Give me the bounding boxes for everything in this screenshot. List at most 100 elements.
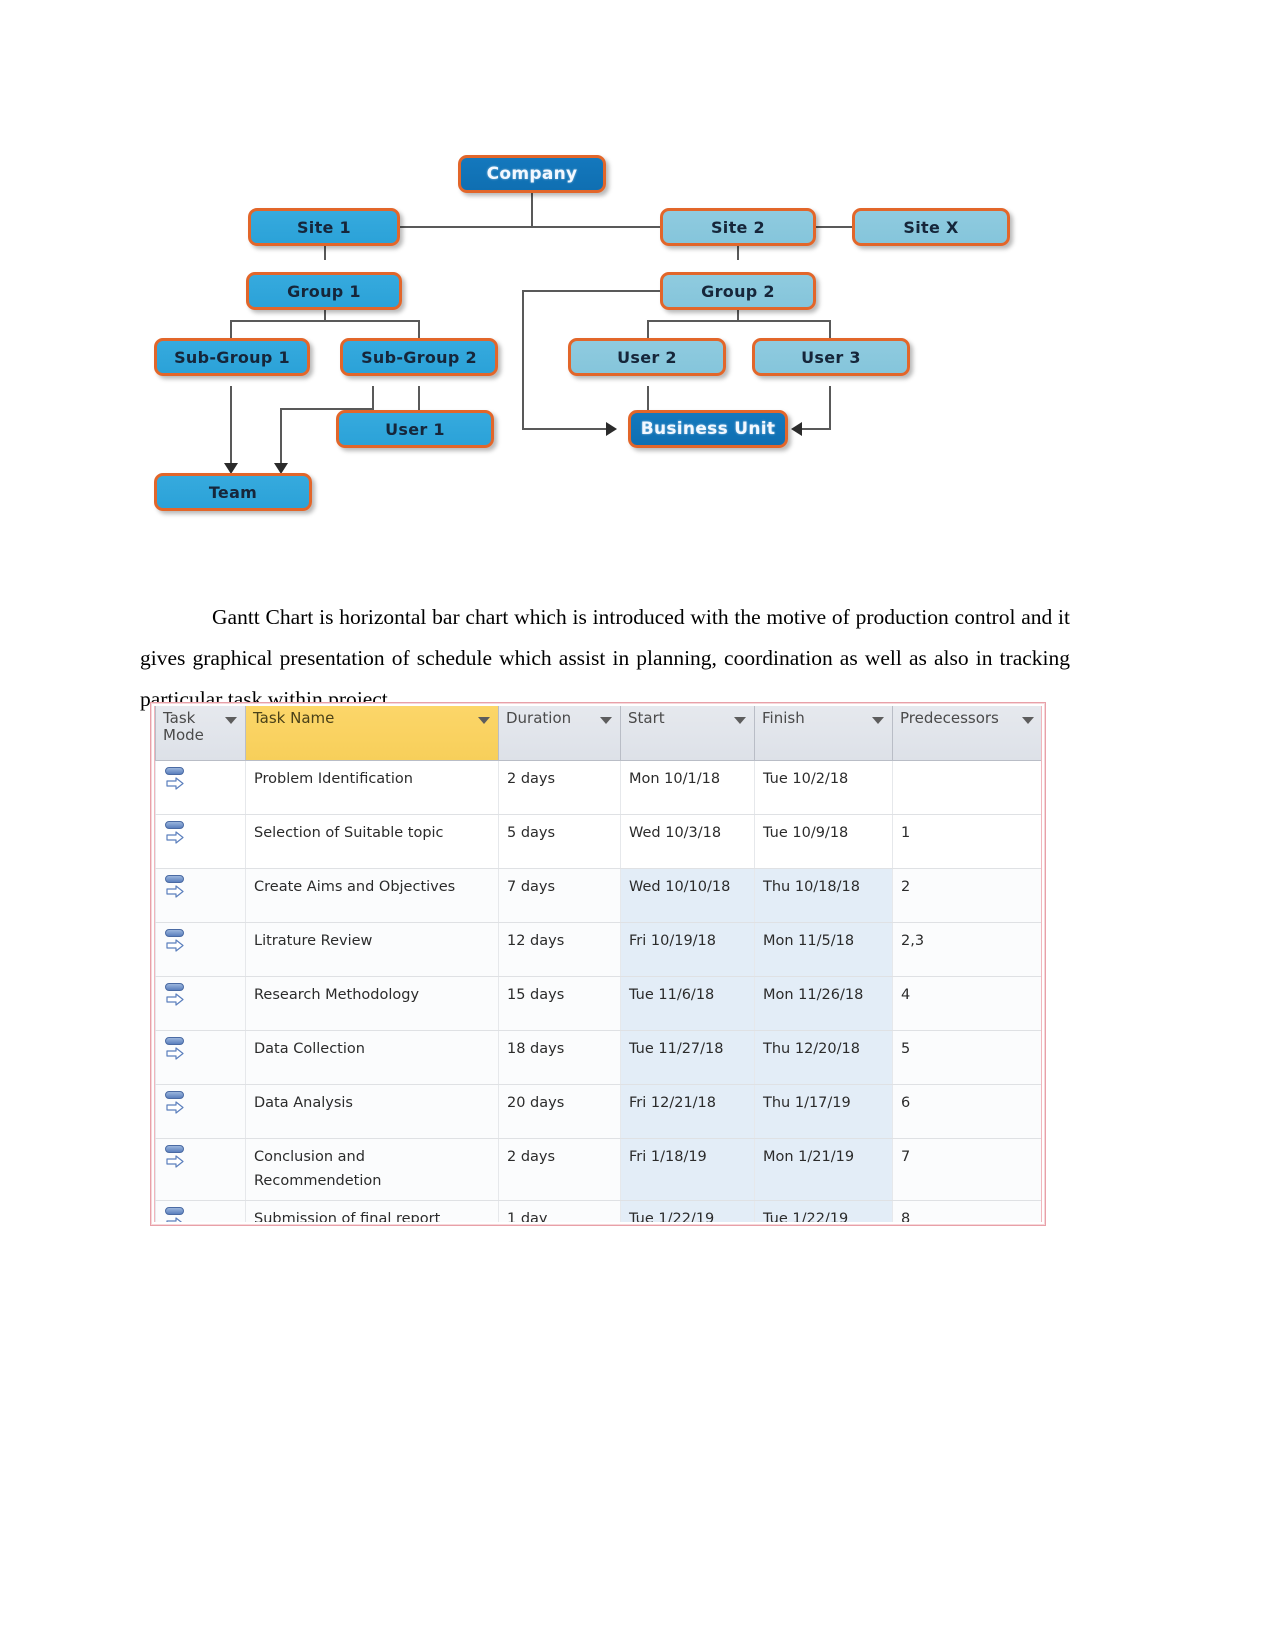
column-header-finish[interactable]: Finish (754, 706, 893, 761)
org-node-group-2[interactable]: Group 2 (660, 272, 816, 310)
org-node-business-unit[interactable]: Business Unit (628, 410, 788, 448)
org-node-label: Sub-Group 1 (174, 347, 290, 367)
cell-task-mode[interactable] (155, 1030, 246, 1085)
task-mode-arrow-icon (166, 1155, 184, 1168)
table-row[interactable]: Litrature Review 12 days Fri 10/19/18 Mon 1… (155, 922, 1041, 977)
table-row[interactable]: Data Analysis 20 days Fri 12/21/18 Thu 1/17… (155, 1084, 1041, 1139)
filter-caret-icon[interactable] (225, 717, 237, 724)
column-header-start[interactable]: Start (620, 706, 755, 761)
cell-predecessors[interactable]: 6 (892, 1084, 1041, 1139)
cell-predecessors[interactable]: 7 (892, 1138, 1041, 1201)
cell-start[interactable]: Tue 11/6/18 (620, 976, 755, 1031)
table-row[interactable]: Research Methodology 15 days Tue 11/6/18 Mo… (155, 976, 1041, 1031)
cell-start[interactable]: Wed 10/10/18 (620, 868, 755, 923)
filter-caret-icon[interactable] (872, 717, 884, 724)
org-node-team[interactable]: Team (154, 473, 312, 511)
org-node-group-1[interactable]: Group 1 (246, 272, 402, 310)
column-header-predecessors[interactable]: Predecessors (892, 706, 1041, 761)
table-row[interactable]: Submission of final report 1 day Tue 1/22/… (155, 1200, 1041, 1222)
cell-predecessors-text: 2,3 (901, 933, 925, 949)
cell-start-text: Tue 11/27/18 (629, 1041, 724, 1057)
filter-caret-icon[interactable] (478, 717, 490, 724)
filter-caret-icon[interactable] (1022, 717, 1034, 724)
table-row[interactable]: Data Collection 18 days Tue 11/27/18 Thu 12… (155, 1030, 1041, 1085)
cell-finish-text: Thu 10/18/18 (763, 879, 860, 895)
connector-to-bu-left (522, 428, 608, 430)
cell-predecessors[interactable]: 5 (892, 1030, 1041, 1085)
org-node-sub-group-1[interactable]: Sub-Group 1 (154, 338, 310, 376)
cell-task-name[interactable]: Problem Identification (245, 760, 499, 815)
table-row[interactable]: Problem Identification 2 days Mon 10/1/18 T… (155, 760, 1041, 815)
cell-predecessors[interactable]: 2,3 (892, 922, 1041, 977)
column-header-task-name[interactable]: Task Name (245, 706, 499, 761)
cell-finish[interactable]: Tue 1/22/19 (754, 1200, 893, 1222)
filter-caret-icon[interactable] (734, 717, 746, 724)
arrowhead-left-bu-icon (606, 422, 617, 436)
cell-duration[interactable]: 5 days (498, 814, 621, 869)
cell-predecessors[interactable]: 8 (892, 1200, 1041, 1222)
org-node-company[interactable]: Company (458, 155, 606, 193)
cell-task-name-text: Submission of final report (254, 1211, 441, 1222)
filter-caret-icon[interactable] (600, 717, 612, 724)
column-header-duration[interactable]: Duration (498, 706, 621, 761)
table-row[interactable]: Selection of Suitable topic 5 days Wed 10/… (155, 814, 1041, 869)
cell-duration[interactable]: 1 day (498, 1200, 621, 1222)
cell-task-name[interactable]: Research Methodology (245, 976, 499, 1031)
cell-duration[interactable]: 15 days (498, 976, 621, 1031)
cell-finish[interactable]: Thu 12/20/18 (754, 1030, 893, 1085)
org-node-user-2[interactable]: User 2 (568, 338, 726, 376)
cell-finish[interactable]: Tue 10/2/18 (754, 760, 893, 815)
cell-task-mode[interactable] (155, 922, 246, 977)
cell-predecessors[interactable]: 2 (892, 868, 1041, 923)
cell-task-name[interactable]: Data Analysis (245, 1084, 499, 1139)
cell-start[interactable]: Fri 10/19/18 (620, 922, 755, 977)
cell-task-mode[interactable] (155, 1200, 246, 1222)
table-row[interactable]: Create Aims and Objectives 7 days Wed 10/1… (155, 868, 1041, 923)
org-node-label: Business Unit (640, 419, 776, 439)
cell-task-mode[interactable] (155, 1084, 246, 1139)
cell-duration[interactable]: 7 days (498, 868, 621, 923)
cell-task-name[interactable]: Litrature Review (245, 922, 499, 977)
cell-task-name[interactable]: Create Aims and Objectives (245, 868, 499, 923)
cell-task-name[interactable]: Data Collection (245, 1030, 499, 1085)
gantt-task-table-scroll-area[interactable]: Task Mode Task Name Duration Start Finis… (154, 706, 1042, 1222)
org-node-user-3[interactable]: User 3 (752, 338, 910, 376)
cell-task-mode[interactable] (155, 1138, 246, 1201)
column-header-label: Task Mode (163, 709, 204, 744)
cell-predecessors[interactable] (892, 760, 1041, 815)
cell-finish-text: Thu 1/17/19 (763, 1095, 851, 1111)
cell-start[interactable]: Mon 10/1/18 (620, 760, 755, 815)
cell-predecessors[interactable]: 4 (892, 976, 1041, 1031)
org-node-site-x[interactable]: Site X (852, 208, 1010, 246)
cell-finish[interactable]: Mon 11/26/18 (754, 976, 893, 1031)
cell-finish[interactable]: Tue 10/9/18 (754, 814, 893, 869)
org-node-site-2[interactable]: Site 2 (660, 208, 816, 246)
org-node-sub-group-2[interactable]: Sub-Group 2 (340, 338, 498, 376)
org-node-user-1[interactable]: User 1 (336, 410, 494, 448)
column-header-task-mode[interactable]: Task Mode (155, 706, 246, 761)
cell-task-mode[interactable] (155, 868, 246, 923)
cell-duration[interactable]: 2 days (498, 760, 621, 815)
cell-task-name[interactable]: Selection of Suitable topic (245, 814, 499, 869)
cell-start[interactable]: Tue 11/27/18 (620, 1030, 755, 1085)
cell-task-name[interactable]: Submission of final report (245, 1200, 499, 1222)
cell-start[interactable]: Wed 10/3/18 (620, 814, 755, 869)
cell-predecessors[interactable]: 1 (892, 814, 1041, 869)
cell-duration[interactable]: 2 days (498, 1138, 621, 1201)
cell-duration[interactable]: 18 days (498, 1030, 621, 1085)
cell-task-mode[interactable] (155, 814, 246, 869)
cell-duration[interactable]: 12 days (498, 922, 621, 977)
cell-finish[interactable]: Thu 1/17/19 (754, 1084, 893, 1139)
cell-finish[interactable]: Mon 1/21/19 (754, 1138, 893, 1201)
cell-task-mode[interactable] (155, 760, 246, 815)
cell-task-name[interactable]: Conclusion and Recommendetion (245, 1138, 499, 1201)
cell-duration[interactable]: 20 days (498, 1084, 621, 1139)
cell-start[interactable]: Fri 1/18/19 (620, 1138, 755, 1201)
cell-start[interactable]: Fri 12/21/18 (620, 1084, 755, 1139)
org-node-site-1[interactable]: Site 1 (248, 208, 400, 246)
cell-finish[interactable]: Thu 10/18/18 (754, 868, 893, 923)
cell-finish[interactable]: Mon 11/5/18 (754, 922, 893, 977)
cell-task-mode[interactable] (155, 976, 246, 1031)
cell-start[interactable]: Tue 1/22/19 (620, 1200, 755, 1222)
table-row[interactable]: Conclusion and Recommendetion 2 days Fri 1… (155, 1138, 1041, 1201)
